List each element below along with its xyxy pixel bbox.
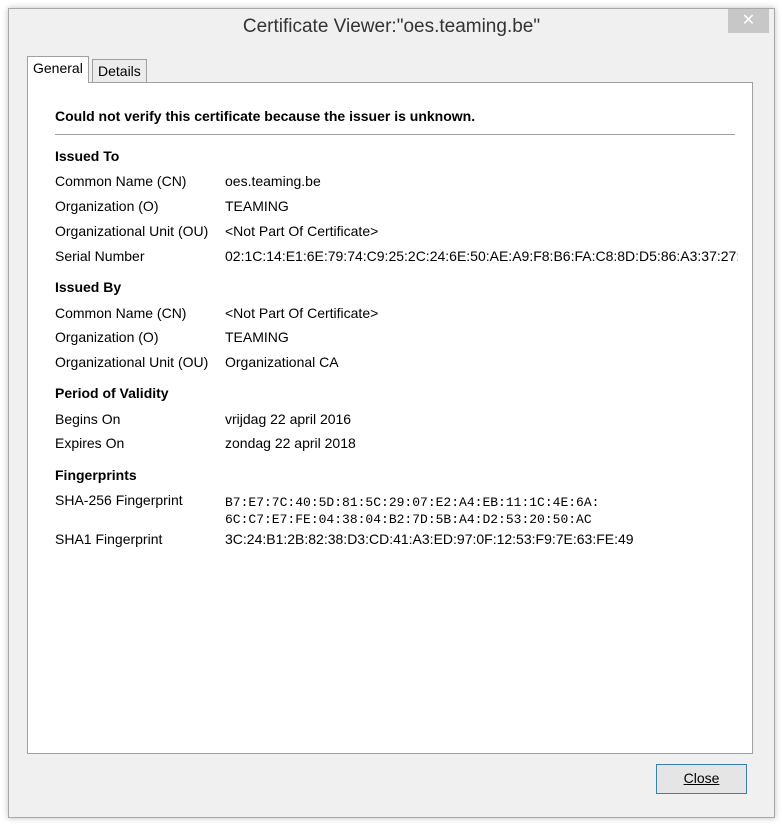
close-window-icon[interactable]: ✕ <box>728 9 769 33</box>
issued-by-ou-value: Organizational CA <box>225 354 339 370</box>
certificate-viewer-window: Certificate Viewer:"oes.teaming.be" ✕ Ge… <box>8 8 775 818</box>
issued-to-ou-value: <Not Part Of Certificate> <box>225 223 379 239</box>
issued-to-o-label: Organization (O) <box>55 198 159 214</box>
issued-to-heading: Issued To <box>55 148 120 164</box>
issued-by-o-value: TEAMING <box>225 329 289 345</box>
issued-to-o-value: TEAMING <box>225 198 289 214</box>
issued-to-ou-label: Organizational Unit (OU) <box>55 223 209 239</box>
verification-warning: Could not verify this certificate becaus… <box>55 108 476 124</box>
separator <box>55 134 735 135</box>
window-title: Certificate Viewer:"oes.teaming.be" <box>242 16 541 37</box>
tab-details[interactable]: Details <box>92 59 147 83</box>
issued-by-heading: Issued By <box>55 279 122 295</box>
issued-by-cn-value: <Not Part Of Certificate> <box>225 305 379 321</box>
sha1-value: 3C:24:B1:2B:82:38:D3:CD:41:A3:ED:97:0F:1… <box>225 531 634 547</box>
begins-on-label: Begins On <box>55 411 121 427</box>
sha1-label: SHA1 Fingerprint <box>55 531 163 547</box>
issued-by-ou-label: Organizational Unit (OU) <box>55 354 209 370</box>
tab-general[interactable]: General <box>27 56 89 83</box>
issued-by-cn-label: Common Name (CN) <box>55 305 187 321</box>
serial-number-label: Serial Number <box>55 248 145 264</box>
expires-on-value: zondag 22 april 2018 <box>225 435 356 451</box>
sha256-label: SHA-256 Fingerprint <box>55 492 183 508</box>
validity-heading: Period of Validity <box>55 385 169 401</box>
fingerprints-heading: Fingerprints <box>55 467 137 483</box>
title-bar: Certificate Viewer:"oes.teaming.be" ✕ <box>9 9 774 44</box>
general-panel: Could not verify this certificate becaus… <box>27 82 753 754</box>
issued-to-cn-label: Common Name (CN) <box>55 173 187 189</box>
expires-on-label: Expires On <box>55 435 125 451</box>
issued-to-cn-value: oes.teaming.be <box>225 173 321 189</box>
serial-number-value: 02:1C:14:E1:6E:79:74:C9:25:2C:24:6E:50:A… <box>225 248 738 264</box>
close-button-label: Close <box>683 770 720 786</box>
issued-by-o-label: Organization (O) <box>55 329 159 345</box>
begins-on-value: vrijdag 22 april 2016 <box>225 411 352 427</box>
close-button[interactable]: Close <box>656 764 747 794</box>
sha256-value: B7:E7:7C:40:5D:81:5C:29:07:E2:A4:EB:11:1… <box>225 495 600 527</box>
